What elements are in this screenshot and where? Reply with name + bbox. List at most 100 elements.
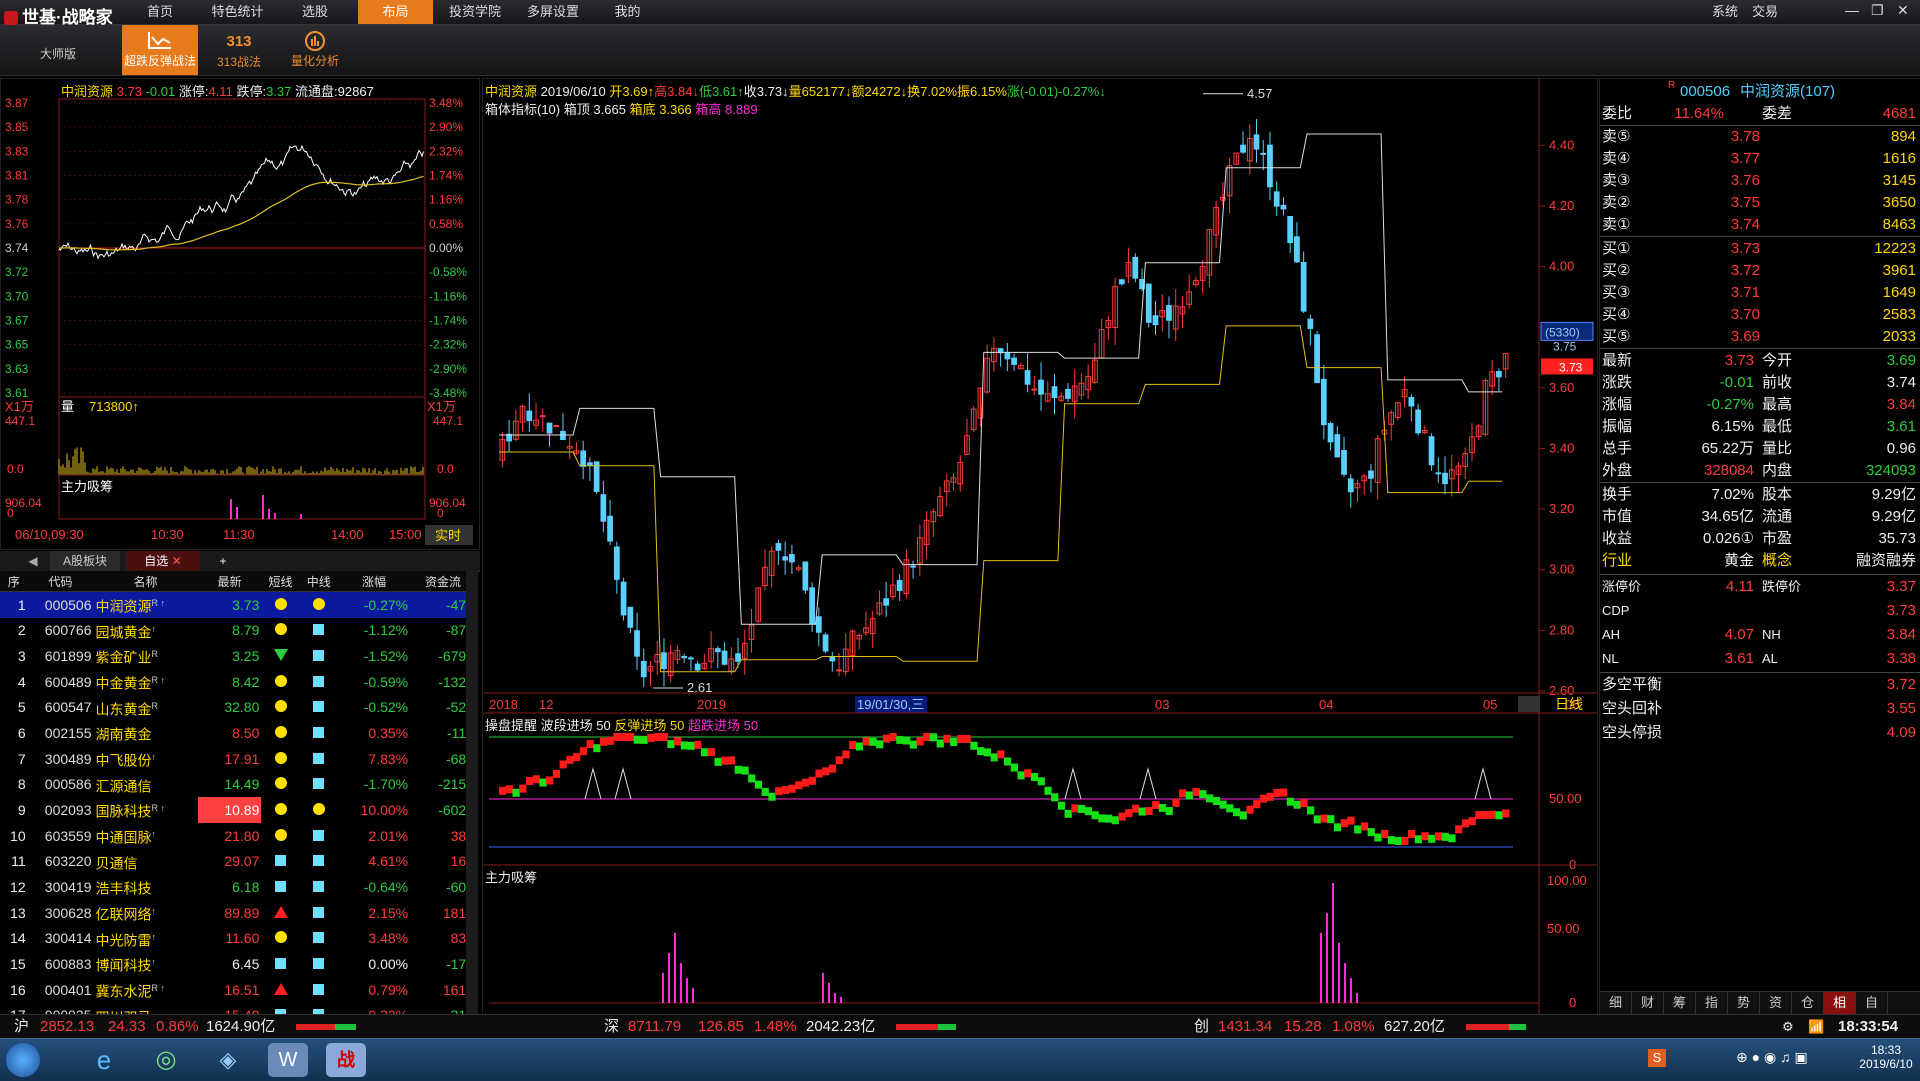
bid-label: 买③ bbox=[1602, 284, 1631, 301]
table-row[interactable]: 13 300628 亿联网络↑ 89.89 2.15% 1816 bbox=[0, 900, 476, 926]
table-row[interactable]: 3 601899 紫金矿业R 3.25 -1.52% -6792 bbox=[0, 643, 476, 669]
candle-body bbox=[580, 450, 587, 467]
menu-system[interactable]: 系统 bbox=[1705, 0, 1745, 24]
row-name: 园城黄金↑ bbox=[94, 618, 198, 644]
quote-tab-5[interactable]: 资 bbox=[1760, 992, 1792, 1014]
tool-oversold-rebound[interactable]: 超跌反弹战法 bbox=[122, 25, 198, 75]
ask-volume: 3650 bbox=[1882, 194, 1916, 211]
osc-block bbox=[1192, 787, 1200, 796]
menu-stats[interactable]: 特色统计 bbox=[205, 0, 270, 24]
candle-body bbox=[694, 663, 701, 671]
col-price[interactable]: 最新 bbox=[197, 571, 262, 592]
stat-label: 振幅 bbox=[1602, 418, 1633, 435]
osc-block bbox=[1125, 809, 1133, 818]
table-row[interactable]: 14 300414 中光防雷↑ 11.60 3.48% 836 bbox=[0, 926, 476, 952]
stat-label: 总手 bbox=[1602, 440, 1633, 457]
row-mark: ↑ bbox=[151, 905, 157, 916]
ie-icon[interactable]: e bbox=[84, 1043, 124, 1077]
quote-tab-3[interactable]: 指 bbox=[1696, 992, 1728, 1014]
menu-layout[interactable]: 布局 bbox=[358, 0, 433, 24]
wps-icon[interactable]: W bbox=[268, 1043, 308, 1077]
mid-square-icon bbox=[313, 855, 325, 867]
menu-academy[interactable]: 投资学院 bbox=[440, 0, 510, 24]
maximize-button[interactable]: ❐ bbox=[1871, 2, 1884, 19]
quote-tab-1[interactable]: 财 bbox=[1632, 992, 1664, 1014]
start-button[interactable] bbox=[6, 1043, 40, 1077]
osc-block bbox=[1502, 809, 1510, 818]
table-scrollbar[interactable] bbox=[466, 571, 478, 1014]
table-row[interactable]: 15 600883 博闻科技↑ 6.45 0.00% -173 bbox=[0, 951, 476, 977]
menu-home[interactable]: 首页 bbox=[130, 0, 190, 24]
quote-tab-8[interactable]: 自 bbox=[1856, 992, 1888, 1014]
osc-block bbox=[600, 737, 608, 746]
table-row[interactable]: 6 002155 湖南黄金 8.50 0.35% -117 bbox=[0, 720, 476, 746]
candle-body bbox=[620, 581, 627, 616]
bid-level: 买② 3.72 3961 bbox=[1600, 260, 1920, 282]
row-name: 中润资源R ↑ bbox=[93, 591, 198, 618]
osc-block bbox=[566, 755, 574, 764]
table-row[interactable]: 12 300419 浩丰科技 6.18 -0.64% -609 bbox=[0, 874, 476, 900]
add-tab-icon[interactable]: + bbox=[216, 551, 230, 571]
right-tick: 1.74% bbox=[429, 169, 463, 183]
candle-body bbox=[1368, 470, 1374, 479]
table-row[interactable]: 10 603559 中通国脉↑ 21.80 2.01% 383 bbox=[0, 823, 476, 849]
row-name: 浩丰科技 bbox=[94, 874, 198, 900]
close-tab-icon[interactable]: ✕ bbox=[172, 554, 182, 568]
osc-block bbox=[1078, 804, 1086, 813]
table-row[interactable]: 1 000506 中润资源R ↑ 3.73 -0.27% -478 bbox=[0, 591, 476, 618]
table-row[interactable]: 9 002093 国脉科技R ↑ 10.89 10.00% -6029 bbox=[0, 797, 476, 823]
tab-a-share-sector[interactable]: A股板块 bbox=[50, 551, 120, 571]
short-dot-icon bbox=[274, 777, 287, 790]
quote-tab-6[interactable]: 仓 bbox=[1792, 992, 1824, 1014]
candle-body bbox=[775, 543, 782, 551]
row-short-signal bbox=[261, 591, 300, 618]
osc-block bbox=[970, 741, 978, 750]
table-row[interactable]: 4 600489 中金黄金R ↑ 8.42 -0.59% -1321 bbox=[0, 669, 476, 695]
app-icon[interactable]: ◈ bbox=[208, 1043, 248, 1077]
menu-mine[interactable]: 我的 bbox=[600, 0, 655, 24]
quote-tab-2[interactable]: 筹 bbox=[1664, 992, 1696, 1014]
settings-icon[interactable]: ⚙ bbox=[1782, 1015, 1794, 1039]
col-mid[interactable]: 中线 bbox=[299, 571, 338, 592]
table-row[interactable]: 16 000401 冀东水泥R ↑ 16.51 0.79% 1618 bbox=[0, 977, 476, 1003]
tab-watchlist[interactable]: 自选 ✕ bbox=[126, 551, 200, 571]
table-row[interactable]: 8 000586 汇源通信 14.49 -1.70% -2158 bbox=[0, 772, 476, 798]
tool-quant[interactable]: 量化分析 bbox=[280, 25, 350, 75]
ask-price: 3.76 bbox=[1730, 172, 1760, 189]
row-change: 0.79% bbox=[368, 981, 409, 998]
tab-prev-icon[interactable]: ◀ bbox=[26, 551, 40, 571]
col-name[interactable]: 名称 bbox=[93, 571, 198, 592]
close-button[interactable]: ✕ bbox=[1897, 2, 1909, 19]
table-row[interactable]: 5 600547 山东黄金R 32.80 -0.52% -528 bbox=[0, 695, 476, 721]
candle-body bbox=[1132, 256, 1139, 279]
table-row[interactable]: 2 600766 园城黄金↑ 8.79 -1.12% -870 bbox=[0, 618, 476, 644]
short-square-icon bbox=[275, 958, 286, 970]
col-code[interactable]: 代码 bbox=[27, 571, 94, 592]
tray-s-icon[interactable]: S bbox=[1648, 1049, 1666, 1067]
tool-313[interactable]: 313 313战法 bbox=[206, 25, 272, 75]
candle-body bbox=[1273, 191, 1280, 207]
signal-icon[interactable]: 📶 bbox=[1808, 1015, 1824, 1039]
quote-tab-7[interactable]: 相 bbox=[1824, 992, 1856, 1014]
quote-tab-0[interactable]: 细 bbox=[1600, 992, 1632, 1014]
quote-tab-4[interactable]: 势 bbox=[1728, 992, 1760, 1014]
menu-select[interactable]: 选股 bbox=[285, 0, 345, 24]
kline-chart[interactable]: 4.404.204.003.803.603.403.203.002.802.60… bbox=[483, 79, 1597, 1014]
col-short[interactable]: 短线 bbox=[261, 571, 300, 592]
row-code: 300628 bbox=[44, 904, 92, 921]
osc-block bbox=[1286, 797, 1295, 806]
osc-block bbox=[1320, 814, 1328, 823]
col-index[interactable]: 序 bbox=[0, 571, 28, 592]
strategist-taskbar-icon[interactable]: 战 bbox=[326, 1043, 366, 1077]
osc-signal-marker bbox=[1064, 767, 1082, 800]
table-row[interactable]: 7 300489 中飞股份↑ 17.91 7.83% -680 bbox=[0, 746, 476, 772]
intraday-chart[interactable]: 3.87 3.48% 3.85 2.90% 3.83 2.32% 3.81 1.74% 3.78… bbox=[1, 79, 479, 549]
menu-multiscreen[interactable]: 多屏设置 bbox=[518, 0, 588, 24]
tray-icons[interactable]: ⊕ ● ◉ ♫ ▣ bbox=[1736, 1049, 1808, 1066]
table-row[interactable]: 11 603220 贝通信 29.07 4.61% 160 bbox=[0, 849, 476, 875]
browser-icon[interactable]: ◎ bbox=[146, 1043, 186, 1077]
candle-body bbox=[634, 630, 640, 657]
col-change[interactable]: 涨幅 bbox=[337, 571, 411, 592]
menu-trade[interactable]: 交易 bbox=[1745, 0, 1785, 24]
minimize-button[interactable]: — bbox=[1845, 2, 1859, 18]
